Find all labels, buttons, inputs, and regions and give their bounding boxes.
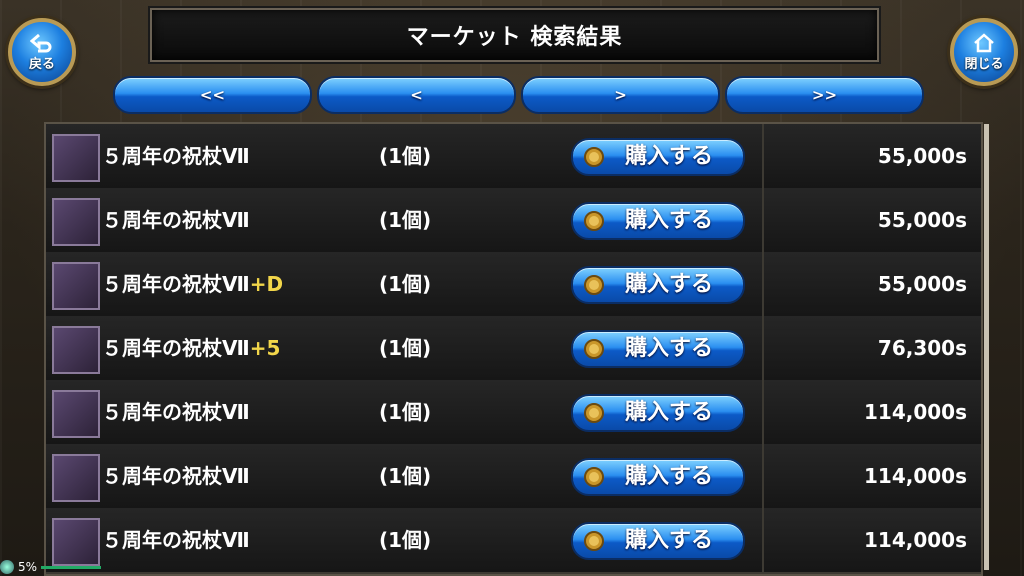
pagination: << < > >> (113, 76, 924, 114)
item-price: 55,000s (877, 144, 967, 168)
coin-icon (583, 530, 605, 552)
buy-label: 購入する (625, 464, 714, 489)
list-item: ５周年の祝杖Ⅶ (1個) 購入する 55,000s (46, 188, 981, 254)
item-name-text: ５周年の祝杖Ⅶ (102, 528, 250, 552)
item-name-text: ５周年の祝杖Ⅶ (102, 144, 250, 168)
item-name-text: ５周年の祝杖Ⅶ (102, 272, 250, 296)
buy-button[interactable]: 購入する (571, 266, 745, 304)
buy-label: 購入する (625, 400, 714, 425)
item-price: 114,000s (864, 464, 967, 488)
buy-label: 購入する (625, 208, 714, 233)
status-bar: 5% (0, 558, 120, 576)
item-quantity: (1個) (379, 400, 432, 424)
item-price: 76,300s (877, 336, 967, 360)
buy-button[interactable]: 購入する (571, 138, 745, 176)
divider (762, 252, 764, 316)
item-name: ５周年の祝杖Ⅶ+D (102, 252, 283, 316)
buy-label: 購入する (625, 272, 714, 297)
item-name: ５周年の祝杖Ⅶ (102, 188, 250, 252)
close-label: 閉じる (964, 56, 1004, 72)
item-name: ５周年の祝杖Ⅶ (102, 508, 250, 572)
coin-icon (583, 210, 605, 232)
item-quantity: (1個) (379, 336, 432, 360)
staff-icon (52, 262, 100, 310)
item-price: 55,000s (877, 272, 967, 296)
item-suffix: +5 (249, 336, 281, 360)
buy-button[interactable]: 購入する (571, 394, 745, 432)
list-item: ５周年の祝杖Ⅶ+5 (1個) 購入する 76,300s (46, 316, 981, 382)
first-page-button[interactable]: << (113, 76, 312, 114)
battery-bar (41, 565, 102, 569)
item-quantity: (1個) (379, 464, 432, 488)
item-price: 55,000s (877, 208, 967, 232)
item-name: ５周年の祝杖Ⅶ+5 (102, 316, 280, 380)
coin-icon (583, 402, 605, 424)
buy-label: 購入する (625, 336, 714, 361)
list-item: ５周年の祝杖Ⅶ (1個) 購入する 114,000s (46, 444, 981, 510)
item-quantity: (1個) (379, 272, 432, 296)
coin-icon (583, 274, 605, 296)
home-icon (974, 32, 994, 52)
coin-icon (583, 338, 605, 360)
item-suffix: +D (249, 272, 284, 296)
divider (762, 316, 764, 380)
buy-button[interactable]: 購入する (571, 202, 745, 240)
coin-icon (583, 466, 605, 488)
page-title: マーケット 検索結果 (150, 8, 879, 62)
search-results-list: ５周年の祝杖Ⅶ (1個) 購入する 55,000s ５周年の祝杖Ⅶ (1個) 購入する 55,… (44, 122, 983, 576)
scrollbar[interactable] (984, 124, 989, 570)
staff-icon (52, 134, 100, 182)
list-item: ５周年の祝杖Ⅶ (1個) 購入する 114,000s (46, 508, 981, 574)
back-label: 戻る (28, 56, 55, 72)
buy-label: 購入する (625, 144, 714, 169)
battery-percent: 5% (18, 560, 38, 574)
buy-button[interactable]: 購入する (571, 522, 745, 560)
item-price: 114,000s (864, 400, 967, 424)
item-price: 114,000s (864, 528, 967, 552)
last-page-button[interactable]: >> (725, 76, 924, 114)
item-name-text: ５周年の祝杖Ⅶ (102, 336, 250, 360)
buy-button[interactable]: 購入する (571, 458, 745, 496)
back-button[interactable]: 戻る (8, 18, 76, 86)
item-name-text: ５周年の祝杖Ⅶ (102, 208, 250, 232)
divider (762, 188, 764, 252)
item-name-text: ５周年の祝杖Ⅶ (102, 400, 250, 424)
item-name: ５周年の祝杖Ⅶ (102, 444, 250, 508)
prev-page-button[interactable]: < (317, 76, 516, 114)
coin-icon (583, 146, 605, 168)
item-quantity: (1個) (379, 208, 432, 232)
buy-button[interactable]: 購入する (571, 330, 745, 368)
item-quantity: (1個) (379, 528, 432, 552)
list-item: ５周年の祝杖Ⅶ (1個) 購入する 114,000s (46, 380, 981, 446)
item-name: ５周年の祝杖Ⅶ (102, 124, 250, 188)
staff-icon (52, 454, 100, 502)
back-arrow-icon (30, 33, 52, 52)
item-name-text: ５周年の祝杖Ⅶ (102, 464, 250, 488)
staff-icon (52, 390, 100, 438)
next-page-button[interactable]: > (521, 76, 720, 114)
staff-icon (52, 326, 100, 374)
staff-icon (52, 198, 100, 246)
battery-icon (0, 560, 14, 574)
item-quantity: (1個) (379, 144, 432, 168)
divider (762, 124, 764, 188)
divider (762, 444, 764, 508)
close-button[interactable]: 閉じる (950, 18, 1018, 86)
list-item: ５周年の祝杖Ⅶ+D (1個) 購入する 55,000s (46, 252, 981, 318)
buy-label: 購入する (625, 528, 714, 553)
divider (762, 508, 764, 572)
list-item: ５周年の祝杖Ⅶ (1個) 購入する 55,000s (46, 124, 981, 190)
item-name: ５周年の祝杖Ⅶ (102, 380, 250, 444)
divider (762, 380, 764, 444)
